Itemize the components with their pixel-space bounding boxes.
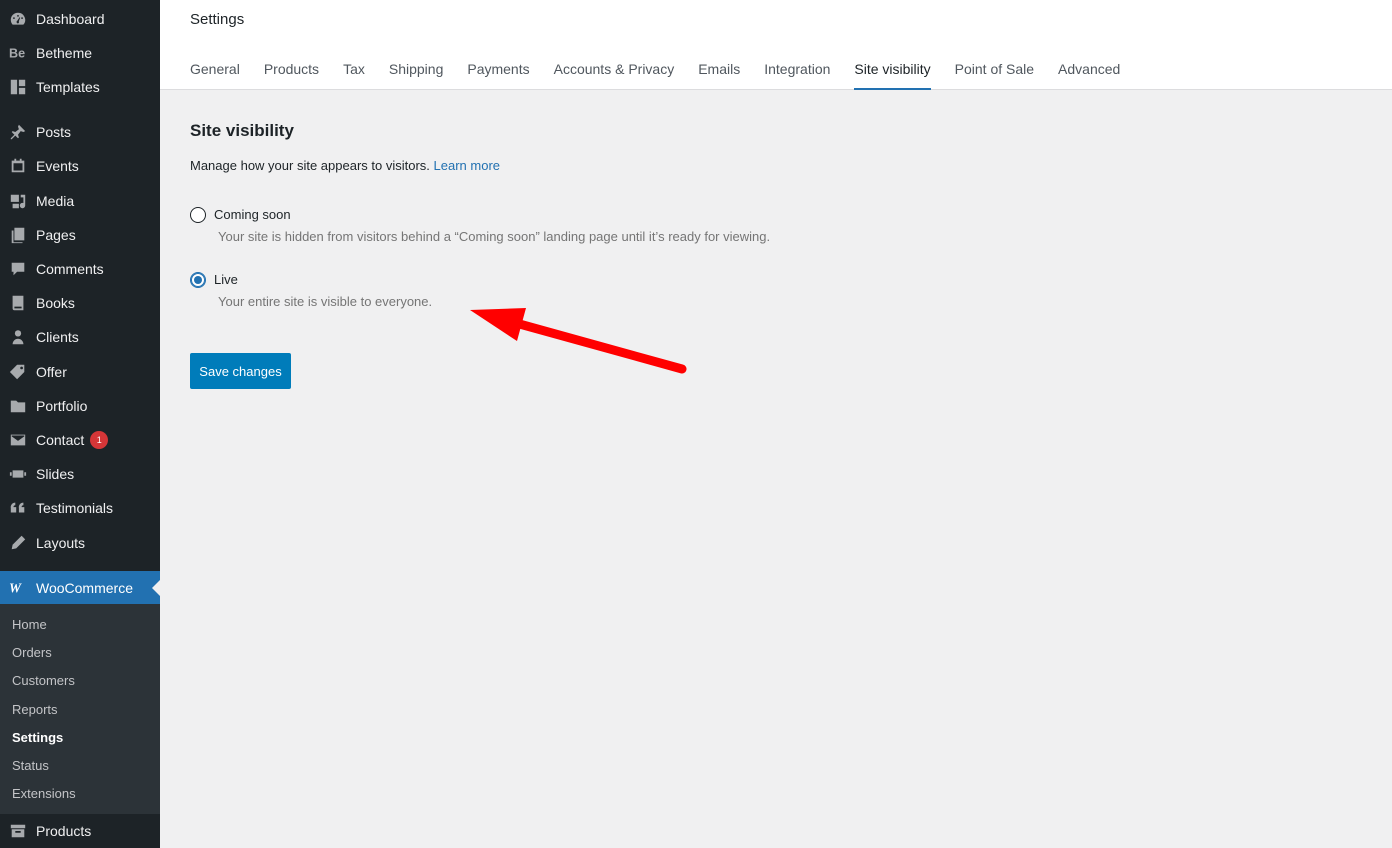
sidebar-item-label: Slides xyxy=(36,466,75,482)
woo-icon: W xyxy=(0,579,36,597)
sidebar-item-label: Posts xyxy=(36,124,72,140)
settings-tabs: General Products Tax Shipping Payments A… xyxy=(190,58,1144,90)
coming-soon-label[interactable]: Coming soon xyxy=(214,207,291,223)
current-menu-arrow xyxy=(152,580,160,596)
sidebar-item-label: Events xyxy=(36,158,79,174)
svg-text:Be: Be xyxy=(9,47,25,61)
sidebar-item-label: Clients xyxy=(36,329,79,345)
page-title: Settings xyxy=(190,11,245,28)
sidebar-item-label: Portfolio xyxy=(36,398,88,414)
quote-icon xyxy=(0,499,36,517)
live-help: Your entire site is visible to everyone. xyxy=(218,294,433,309)
submenu-item-settings[interactable]: Settings xyxy=(12,727,63,749)
sidebar-item-label: Offer xyxy=(36,364,67,380)
folder-icon xyxy=(0,397,36,415)
sidebar-item-pages[interactable]: Pages xyxy=(0,218,160,252)
section-description: Manage how your site appears to visitors… xyxy=(190,158,500,173)
tab-general[interactable]: General xyxy=(190,58,240,90)
settings-header: Settings General Products Tax Shipping P… xyxy=(160,0,1392,90)
tab-site-visibility[interactable]: Site visibility xyxy=(854,58,931,90)
tag-icon xyxy=(0,363,36,381)
submenu-item-reports[interactable]: Reports xyxy=(12,699,58,721)
sidebar-item-events[interactable]: Events xyxy=(0,149,160,183)
dashboard-icon xyxy=(0,10,36,28)
tab-emails[interactable]: Emails xyxy=(698,58,740,90)
sidebar-item-label: Comments xyxy=(36,261,104,277)
sidebar-item-label: Testimonials xyxy=(36,500,114,516)
sidebar-item-label: Layouts xyxy=(36,535,86,551)
sidebar-item-contact[interactable]: Contact 1 xyxy=(0,423,160,457)
annotation-arrow-shaft xyxy=(500,315,687,374)
sidebar-item-label: WooCommerce xyxy=(36,580,133,596)
submenu-item-extensions[interactable]: Extensions xyxy=(12,783,76,805)
tab-advanced[interactable]: Advanced xyxy=(1058,58,1120,90)
coming-soon-radio[interactable] xyxy=(190,207,206,223)
tab-tax[interactable]: Tax xyxy=(343,58,365,90)
archive-icon xyxy=(0,822,36,840)
sidebar-item-label: Dashboard xyxy=(36,11,105,27)
mail-icon xyxy=(0,431,36,449)
sidebar-item-betheme[interactable]: Be Betheme xyxy=(0,36,160,70)
tab-accounts-privacy[interactable]: Accounts & Privacy xyxy=(554,58,675,90)
pages-icon xyxy=(0,226,36,244)
sidebar-item-woocommerce[interactable]: W WooCommerce xyxy=(0,571,160,605)
tab-integration[interactable]: Integration xyxy=(764,58,830,90)
sidebar-item-portfolio[interactable]: Portfolio xyxy=(0,389,160,423)
slides-icon xyxy=(0,465,36,483)
tab-products[interactable]: Products xyxy=(264,58,319,90)
sidebar-item-testimonials[interactable]: Testimonials xyxy=(0,491,160,525)
admin-sidebar: Dashboard Be Betheme Templates Posts Eve… xyxy=(0,0,160,848)
section-title: Site visibility xyxy=(190,121,294,140)
media-icon xyxy=(0,192,36,210)
templates-icon xyxy=(0,78,36,96)
annotation-arrow-head xyxy=(470,308,526,341)
sidebar-item-products[interactable]: Products xyxy=(0,814,160,848)
sidebar-item-posts[interactable]: Posts xyxy=(0,115,160,149)
sidebar-item-dashboard[interactable]: Dashboard xyxy=(0,2,160,36)
live-radio[interactable] xyxy=(190,272,206,288)
sidebar-item-offer[interactable]: Offer xyxy=(0,355,160,389)
betheme-icon: Be xyxy=(0,44,36,62)
sidebar-item-label: Products xyxy=(36,823,92,839)
live-label[interactable]: Live xyxy=(214,272,238,288)
book-icon xyxy=(0,294,36,312)
description-text: Manage how your site appears to visitors… xyxy=(190,158,430,173)
sidebar-item-slides[interactable]: Slides xyxy=(0,457,160,491)
tab-payments[interactable]: Payments xyxy=(467,58,529,90)
submenu-item-status[interactable]: Status xyxy=(12,755,49,777)
sidebar-item-label: Templates xyxy=(36,79,100,95)
sidebar-item-label: Betheme xyxy=(36,45,93,61)
user-icon xyxy=(0,328,36,346)
pencil-icon xyxy=(0,534,36,552)
sidebar-item-clients[interactable]: Clients xyxy=(0,320,160,354)
coming-soon-help: Your site is hidden from visitors behind… xyxy=(218,229,771,244)
sidebar-item-label: Media xyxy=(36,193,75,209)
svg-text:W: W xyxy=(9,581,22,596)
sidebar-item-comments[interactable]: Comments xyxy=(0,252,160,286)
learn-more-link[interactable]: Learn more xyxy=(434,158,500,173)
sidebar-item-media[interactable]: Media xyxy=(0,184,160,218)
save-changes-button[interactable]: Save changes xyxy=(190,353,291,389)
sidebar-item-label: Books xyxy=(36,295,75,311)
calendar-icon xyxy=(0,157,36,175)
annotation-arrow xyxy=(470,308,687,374)
comment-icon xyxy=(0,260,36,278)
submenu-item-customers[interactable]: Customers xyxy=(12,670,75,692)
pin-icon xyxy=(0,123,36,141)
notification-badge: 1 xyxy=(90,431,109,449)
woocommerce-submenu: Home Orders Customers Reports Settings S… xyxy=(0,604,160,814)
sidebar-item-templates[interactable]: Templates xyxy=(0,70,160,104)
submenu-item-orders[interactable]: Orders xyxy=(12,642,52,664)
sidebar-item-label: Pages xyxy=(36,227,76,243)
tab-point-of-sale[interactable]: Point of Sale xyxy=(955,58,1034,90)
submenu-item-home[interactable]: Home xyxy=(12,614,47,636)
sidebar-item-layouts[interactable]: Layouts xyxy=(0,526,160,560)
sidebar-item-books[interactable]: Books xyxy=(0,286,160,320)
sidebar-item-label: Contact xyxy=(36,432,85,448)
tab-shipping[interactable]: Shipping xyxy=(389,58,444,90)
